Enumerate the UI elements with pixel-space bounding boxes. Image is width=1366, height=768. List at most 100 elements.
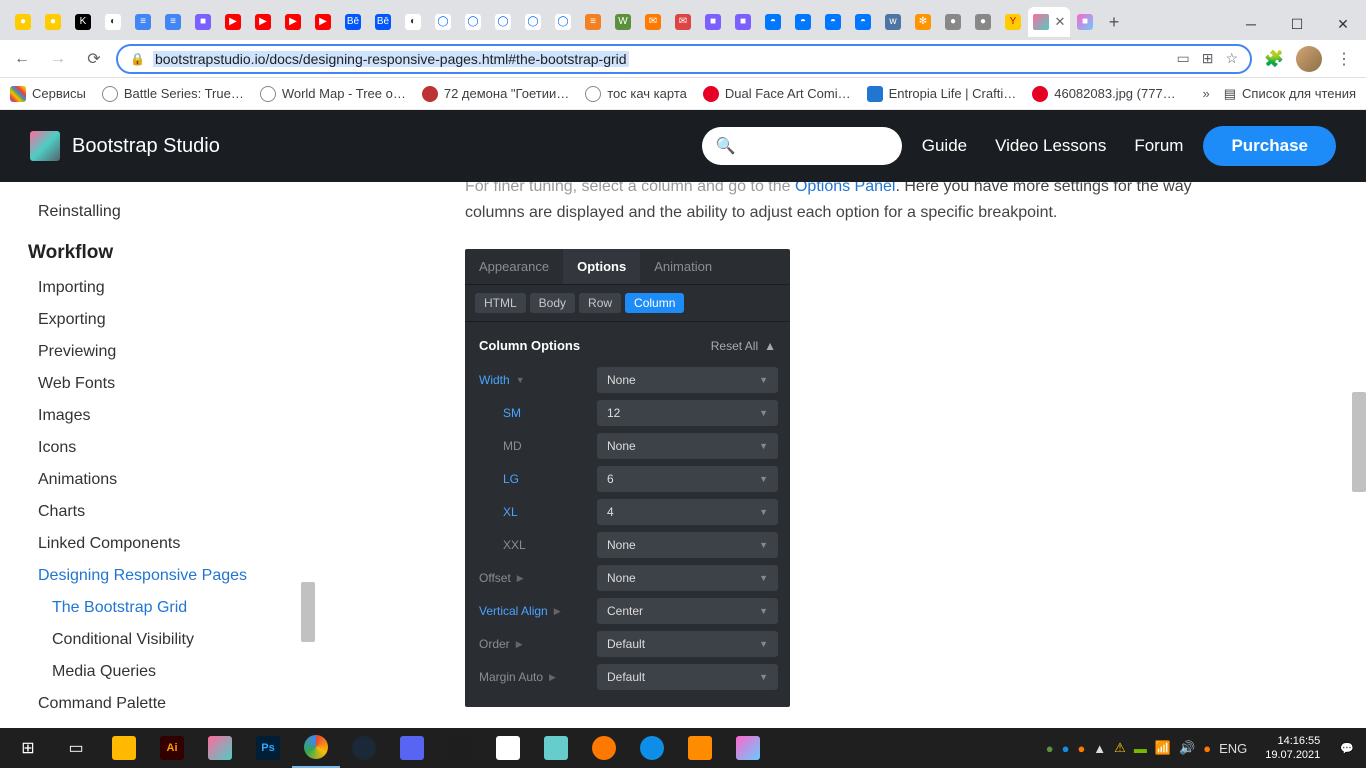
bookmark-item[interactable]: Entropia Life | Crafti… <box>867 86 1017 102</box>
paint-icon[interactable] <box>484 728 532 768</box>
start-button[interactable]: ⊞ <box>4 728 52 768</box>
option-select[interactable]: Center▼ <box>597 598 778 624</box>
browser-tab[interactable]: ◓ <box>788 7 818 37</box>
option-select[interactable]: None▼ <box>597 433 778 459</box>
app-icon[interactable] <box>388 728 436 768</box>
figma-icon[interactable] <box>436 728 484 768</box>
browser-tab-active[interactable]: ✕ <box>1028 7 1070 37</box>
task-view[interactable]: ▭ <box>52 728 100 768</box>
tray-icon[interactable]: 🔊 <box>1179 740 1195 756</box>
browser-tab[interactable]: ● <box>968 7 998 37</box>
sidebar-item[interactable]: Command Palette <box>28 688 315 720</box>
browser-tab[interactable]: ◐ <box>98 7 128 37</box>
browser-tab[interactable]: ■ <box>728 7 758 37</box>
sidebar-item[interactable]: Charts <box>28 496 315 528</box>
sidebar-item[interactable]: Web Fonts <box>28 368 315 400</box>
tab-appearance[interactable]: Appearance <box>465 249 563 284</box>
new-tab-button[interactable]: + <box>1100 8 1128 36</box>
options-panel-link[interactable]: Options Panel <box>795 182 896 195</box>
menu-button[interactable]: ⋮ <box>1330 45 1358 73</box>
notifications-icon[interactable]: 💬 <box>1332 742 1362 755</box>
bookmark-item[interactable]: тос кач карта <box>585 86 687 102</box>
address-bar[interactable]: 🔒 bootstrapstudio.io/docs/designing-resp… <box>116 44 1252 74</box>
tab-options[interactable]: Options <box>563 249 640 284</box>
forward-button[interactable]: → <box>44 45 72 73</box>
bookmark-item[interactable]: Battle Series: True… <box>102 86 244 102</box>
purchase-button[interactable]: Purchase <box>1203 126 1336 166</box>
back-button[interactable]: ← <box>8 45 36 73</box>
reload-button[interactable]: ⟳ <box>80 45 108 73</box>
tray-icon[interactable]: ▲ <box>1093 741 1106 756</box>
sidebar-item[interactable]: Conditional Visibility <box>28 624 315 656</box>
tray-icon[interactable]: 📶 <box>1155 740 1171 756</box>
chrome-icon[interactable] <box>292 728 340 768</box>
nav-video-lessons[interactable]: Video Lessons <box>995 136 1106 156</box>
browser-tab[interactable]: Bē <box>338 7 368 37</box>
tray-icon[interactable]: ▬ <box>1134 741 1147 756</box>
browser-tab[interactable]: ≡ <box>128 7 158 37</box>
tray-icon[interactable]: ● <box>1203 741 1211 756</box>
bookmark-apps[interactable]: Сервисы <box>10 86 86 102</box>
sidebar-item[interactable]: Media Queries <box>28 656 315 688</box>
crumb-column[interactable]: Column <box>625 293 684 313</box>
browser-tab[interactable]: ✉ <box>638 7 668 37</box>
crumb-body[interactable]: Body <box>530 293 575 313</box>
window-maximize[interactable]: ☐ <box>1274 8 1320 40</box>
browser-tab[interactable]: Y <box>998 7 1028 37</box>
option-select[interactable]: None▼ <box>597 367 778 393</box>
illustrator-icon[interactable]: Ai <box>148 728 196 768</box>
browser-tab[interactable]: Bē <box>368 7 398 37</box>
option-select[interactable]: Default▼ <box>597 664 778 690</box>
browser-tab[interactable]: ✻ <box>908 7 938 37</box>
browser-tab[interactable]: ■ <box>698 7 728 37</box>
photoshop-icon[interactable]: Ps <box>244 728 292 768</box>
sidebar-item[interactable]: Importing <box>28 272 315 304</box>
sidebar-item[interactable]: Reinstalling <box>28 196 315 228</box>
avast-icon[interactable] <box>580 728 628 768</box>
docs-content[interactable]: For finer tuning, select a column and go… <box>315 182 1366 728</box>
browser-tab[interactable]: ◯ <box>548 7 578 37</box>
browser-tab[interactable]: ■ <box>188 7 218 37</box>
bookmark-item[interactable]: Dual Face Art Comi… <box>703 86 851 102</box>
browser-tab[interactable]: W <box>608 7 638 37</box>
bookmark-overflow[interactable]: » <box>1202 86 1209 101</box>
option-select[interactable]: 4▼ <box>597 499 778 525</box>
lang-indicator[interactable]: ENG <box>1219 741 1247 756</box>
extensions-button[interactable]: 🧩 <box>1260 45 1288 73</box>
browser-tab[interactable]: ≡ <box>158 7 188 37</box>
browser-tab[interactable]: ✉ <box>668 7 698 37</box>
browser-tab[interactable]: w <box>878 7 908 37</box>
profile-avatar[interactable] <box>1296 46 1322 72</box>
window-minimize[interactable]: ─ <box>1228 8 1274 40</box>
window-close[interactable]: ✕ <box>1320 8 1366 40</box>
browser-tab[interactable]: ◓ <box>818 7 848 37</box>
docs-sidebar[interactable]: ReinstallingWorkflowImportingExportingPr… <box>0 182 315 728</box>
screen-icon[interactable]: ▭ <box>1176 50 1189 67</box>
sidebar-scrollbar[interactable] <box>301 582 315 642</box>
qr-icon[interactable]: ⊞ <box>1202 50 1214 67</box>
nav-guide[interactable]: Guide <box>922 136 967 156</box>
crumb-row[interactable]: Row <box>579 293 621 313</box>
sidebar-item[interactable]: Previewing <box>28 336 315 368</box>
browser-tab[interactable]: ◯ <box>458 7 488 37</box>
sidebar-item[interactable]: Linked Components <box>28 528 315 560</box>
site-logo[interactable]: Bootstrap Studio <box>30 131 220 161</box>
steam-icon[interactable] <box>340 728 388 768</box>
option-select[interactable]: 12▼ <box>597 400 778 426</box>
bookmark-item[interactable]: 46082083.jpg (777… <box>1032 86 1175 102</box>
media-icon[interactable] <box>676 728 724 768</box>
app-icon[interactable] <box>196 728 244 768</box>
explorer-icon[interactable] <box>100 728 148 768</box>
content-scrollbar[interactable] <box>1352 392 1366 492</box>
teamviewer-icon[interactable] <box>628 728 676 768</box>
notepad-icon[interactable] <box>532 728 580 768</box>
sidebar-item[interactable]: Icons <box>28 432 315 464</box>
tray-icon[interactable]: ● <box>1077 741 1085 756</box>
crumb-html[interactable]: HTML <box>475 293 526 313</box>
clock[interactable]: 14:16:55 19.07.2021 <box>1257 734 1328 763</box>
browser-tab[interactable]: ◯ <box>428 7 458 37</box>
browser-tab[interactable]: ◓ <box>758 7 788 37</box>
browser-tab[interactable]: ▶ <box>308 7 338 37</box>
browser-tab[interactable]: ● <box>938 7 968 37</box>
browser-tab[interactable]: K <box>68 7 98 37</box>
